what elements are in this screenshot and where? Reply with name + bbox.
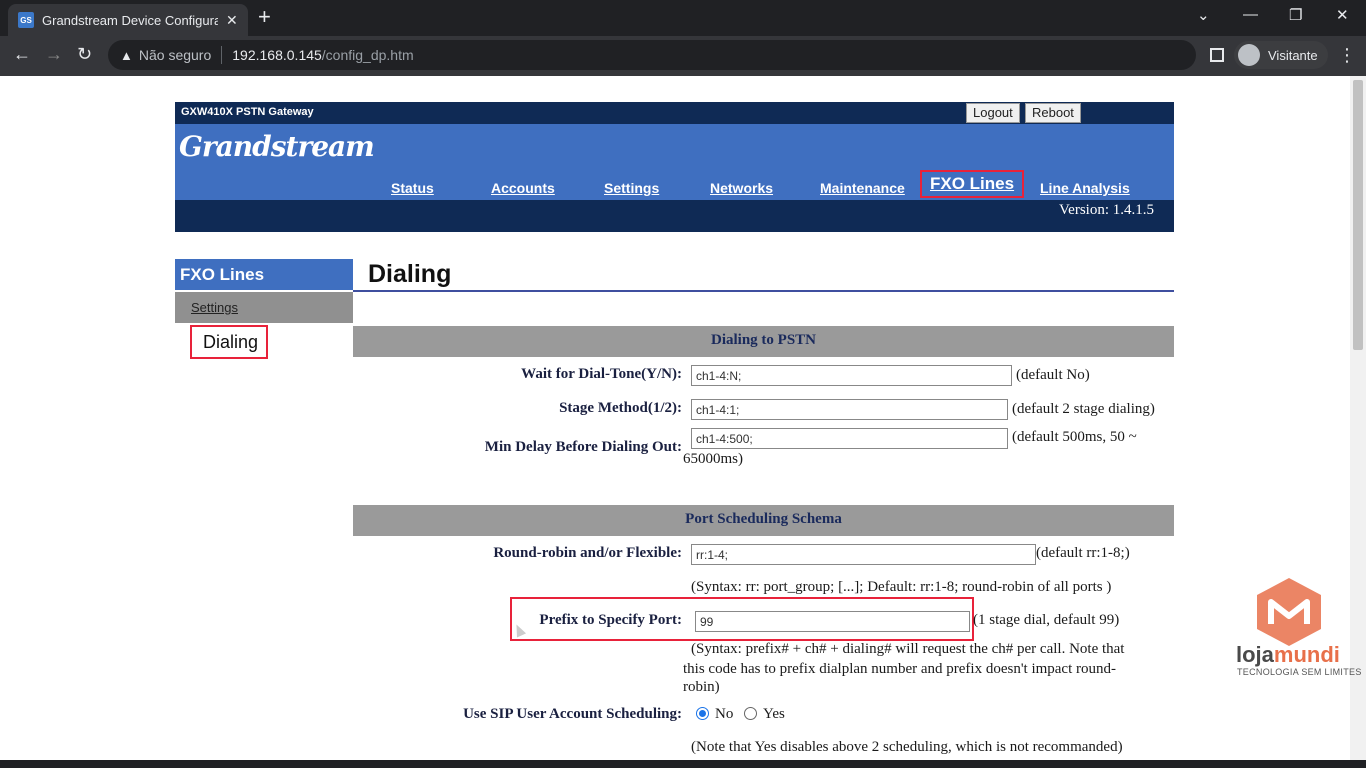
round-robin-note: (default rr:1-8;) <box>1036 545 1130 561</box>
tab-search-icon[interactable]: ⌄ <box>1197 6 1210 24</box>
stage-method-label: Stage Method(1/2): <box>559 400 682 416</box>
round-robin-input[interactable] <box>691 544 1036 565</box>
browser-toolbar: ← → ↻ ▲ Não seguro 192.168.0.145/config_… <box>0 36 1366 76</box>
close-tab-icon[interactable]: ✕ <box>226 12 238 29</box>
side-panel-icon[interactable] <box>1210 48 1224 62</box>
prefix-syntax-line2: this code has to prefix dialplan number … <box>683 661 1117 677</box>
new-tab-button[interactable]: + <box>258 6 271 28</box>
watermark-brand: lojamundi <box>1236 642 1340 668</box>
title-divider <box>353 290 1174 292</box>
page-title: Dialing <box>368 260 452 288</box>
tab-title: Grandstream Device Configuratio <box>42 12 218 28</box>
sidebar-title: FXO Lines <box>175 259 353 290</box>
forward-icon[interactable]: → <box>45 44 63 65</box>
sip-no-radio[interactable] <box>696 707 709 720</box>
sip-scheduling-note: (Note that Yes disables above 2 scheduli… <box>691 739 1123 755</box>
header-top-bar: GXW410X PSTN Gateway Logout Reboot <box>175 102 1174 124</box>
lojamundi-logo-icon <box>1257 578 1321 646</box>
profile-button[interactable]: Visitante <box>1234 41 1328 69</box>
round-robin-label: Round-robin and/or Flexible: <box>493 545 682 561</box>
min-delay-input[interactable] <box>691 428 1008 449</box>
sip-scheduling-label: Use SIP User Account Scheduling: <box>463 706 682 722</box>
logout-button[interactable]: Logout <box>966 103 1020 123</box>
reload-icon[interactable]: ↻ <box>77 44 92 65</box>
stage-method-input[interactable] <box>691 399 1008 420</box>
watermark-brand-a: loja <box>1236 642 1274 667</box>
minimize-icon[interactable]: — <box>1243 6 1258 23</box>
restore-icon[interactable]: ❐ <box>1289 6 1302 24</box>
nav-accounts[interactable]: Accounts <box>491 180 555 196</box>
page-scrollbar[interactable] <box>1350 76 1366 760</box>
nav-status[interactable]: Status <box>391 180 434 196</box>
wait-dial-tone-note: (default No) <box>1016 367 1090 383</box>
address-bar[interactable]: ▲ Não seguro 192.168.0.145/config_dp.htm <box>108 40 1196 70</box>
scrollbar-thumb[interactable] <box>1353 80 1363 350</box>
sip-yes-label: Yes <box>763 706 785 722</box>
prefix-port-input[interactable] <box>695 611 970 632</box>
nav-maintenance[interactable]: Maintenance <box>820 180 905 196</box>
grandstream-logo: Grandstream <box>179 130 375 163</box>
sip-no-label: No <box>715 706 734 722</box>
min-delay-note-cont: 65000ms) <box>683 451 743 467</box>
wait-dial-tone-input[interactable] <box>691 365 1012 386</box>
divider <box>221 46 223 64</box>
url-path[interactable]: /config_dp.htm <box>322 47 414 63</box>
prefix-port-label: Prefix to Specify Port: <box>539 612 682 628</box>
nav-networks[interactable]: Networks <box>710 180 773 196</box>
product-name: GXW410X PSTN Gateway <box>181 106 314 118</box>
sidebar-item-settings[interactable]: Settings <box>175 292 353 323</box>
close-window-icon[interactable]: ✕ <box>1336 6 1349 24</box>
browser-tab[interactable]: GS Grandstream Device Configuratio ✕ <box>8 4 248 36</box>
warning-icon[interactable]: ▲ <box>120 48 133 63</box>
favicon-icon: GS <box>18 12 34 28</box>
prefix-syntax-line3: robin) <box>683 679 720 695</box>
avatar <box>1238 44 1260 66</box>
taskbar-edge <box>0 760 1366 768</box>
sidebar-item-dialing[interactable]: Dialing <box>190 325 268 359</box>
reboot-button[interactable]: Reboot <box>1025 103 1081 123</box>
version-text: Version: 1.4.1.5 <box>1059 202 1154 218</box>
gateway-header: GXW410X PSTN Gateway Logout Reboot Grand… <box>175 102 1174 232</box>
wait-dial-tone-label: Wait for Dial-Tone(Y/N): <box>521 366 682 382</box>
back-icon[interactable]: ← <box>13 44 31 65</box>
menu-icon[interactable]: ⋮ <box>1338 45 1356 66</box>
page-viewport: GXW410X PSTN Gateway Logout Reboot Grand… <box>0 76 1350 760</box>
prefix-syntax-line1: (Syntax: prefix# + ch# + dialing# will r… <box>691 641 1125 657</box>
section-dialing-to-pstn: Dialing to PSTN <box>353 326 1174 357</box>
browser-tab-bar: GS Grandstream Device Configuratio ✕ + ⌄… <box>0 0 1366 36</box>
round-robin-syntax: (Syntax: rr: port_group; [...]; Default:… <box>691 579 1112 595</box>
header-nav-bar: Grandstream Status Accounts Settings Net… <box>175 124 1174 200</box>
sip-yes-radio[interactable] <box>744 707 757 720</box>
nav-fxo-lines[interactable]: FXO Lines <box>920 170 1025 198</box>
watermark-brand-b: mundi <box>1273 642 1340 667</box>
url-host[interactable]: 192.168.0.145 <box>232 47 322 63</box>
profile-name: Visitante <box>1268 47 1318 63</box>
watermark-tagline: TECNOLOGIA SEM LIMITES <box>1237 667 1362 677</box>
insecure-label[interactable]: Não seguro <box>139 47 211 63</box>
nav-settings[interactable]: Settings <box>604 180 659 196</box>
min-delay-note: (default 500ms, 50 ~ <box>1012 429 1137 445</box>
min-delay-label: Min Delay Before Dialing Out: <box>484 439 682 455</box>
nav-line-analysis[interactable]: Line Analysis <box>1040 180 1130 196</box>
header-bottom-bar: Version: 1.4.1.5 <box>175 200 1174 232</box>
section-port-scheduling: Port Scheduling Schema <box>353 505 1174 536</box>
prefix-port-note: (1 stage dial, default 99) <box>973 612 1120 628</box>
stage-method-note: (default 2 stage dialing) <box>1012 401 1155 417</box>
